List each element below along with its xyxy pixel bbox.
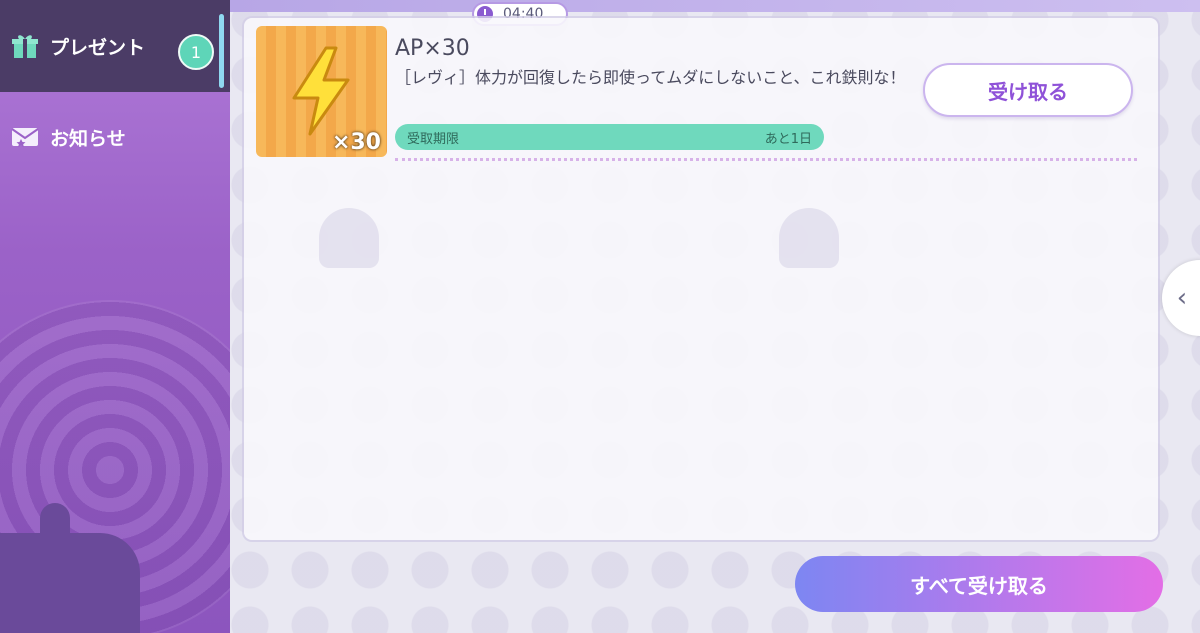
item-thumbnail: ×30 bbox=[256, 26, 387, 157]
sidebar-item-label: お知らせ bbox=[50, 127, 126, 150]
sheep-watermark-icon bbox=[319, 208, 379, 268]
sidebar-item-present[interactable]: プレゼント 1 bbox=[0, 0, 230, 92]
deadline-value: あと1日 bbox=[764, 131, 812, 147]
item-description: ［レヴィ］体力が回復したら即使ってムダにしないこと、これ鉄則な！ bbox=[395, 68, 906, 87]
gift-icon bbox=[10, 31, 40, 61]
receive-button[interactable]: 受け取る bbox=[923, 63, 1133, 117]
drip-decoration bbox=[100, 583, 126, 633]
sidebar-item-label: プレゼント bbox=[50, 36, 146, 59]
sheep-watermark-icon bbox=[779, 208, 839, 268]
active-indicator bbox=[219, 14, 224, 88]
envelope-icon bbox=[10, 122, 40, 152]
sidebar: プレゼント 1 お知らせ bbox=[0, 0, 230, 633]
item-title: AP×30 bbox=[395, 36, 470, 61]
top-strip bbox=[230, 0, 1200, 12]
deadline-bar: 受取期限 あと1日 bbox=[395, 124, 824, 150]
item-quantity: ×30 bbox=[331, 130, 381, 155]
divider bbox=[395, 158, 1137, 161]
deadline-label: 受取期限 bbox=[407, 131, 460, 147]
receive-all-button[interactable]: すべて受け取る bbox=[795, 556, 1163, 612]
sidebar-item-news[interactable]: お知らせ bbox=[0, 92, 230, 182]
lightning-bolt-icon bbox=[292, 46, 350, 136]
drip-decoration bbox=[40, 503, 70, 633]
notification-badge: 1 bbox=[178, 34, 214, 70]
chevron-left-icon: ‹ bbox=[1176, 283, 1188, 313]
